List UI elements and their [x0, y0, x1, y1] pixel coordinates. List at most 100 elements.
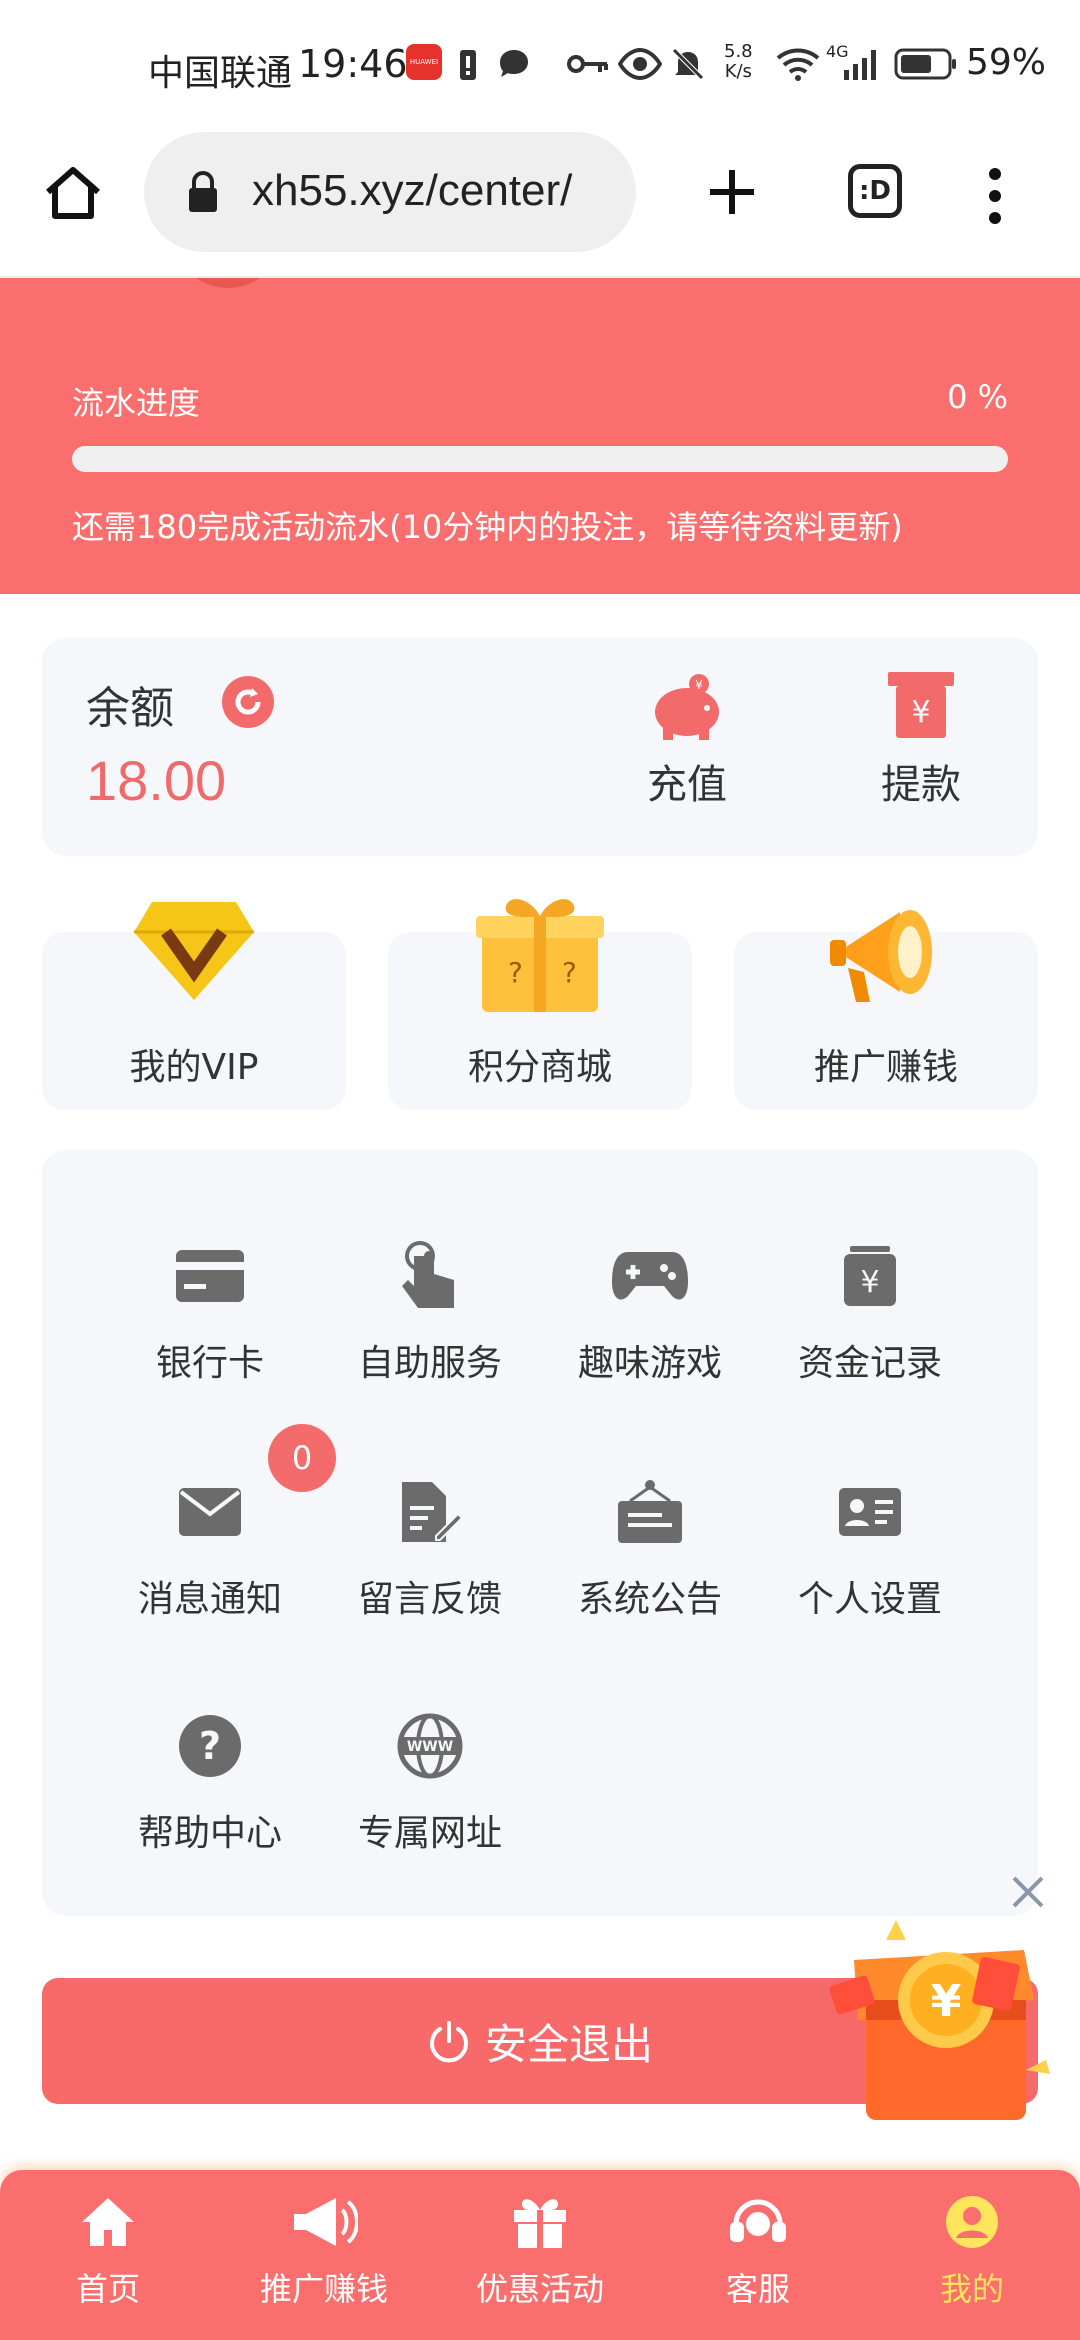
bank-card-label: 银行卡 [155, 1343, 264, 1384]
carrier-name: 中国联通 [148, 53, 293, 94]
gamepad-icon [612, 1252, 688, 1300]
key-icon [567, 55, 608, 73]
svg-text:¥: ¥ [911, 695, 930, 730]
self-service-item[interactable]: 自助服务 [320, 1236, 540, 1386]
headset-icon [730, 2199, 786, 2242]
notice-board-icon [618, 1480, 682, 1543]
turnover-progress-bar [72, 446, 1008, 472]
feedback-edit-icon [402, 1482, 462, 1542]
battery-icon [894, 48, 956, 80]
battery-alert-icon [460, 50, 476, 80]
bank-card-item[interactable]: 银行卡 [100, 1236, 320, 1386]
net-speed-unit: K/s [724, 61, 752, 82]
nav-offers[interactable]: 优惠活动 [440, 2194, 640, 2310]
personal-settings-label: 个人设置 [797, 1579, 942, 1620]
messages-label: 消息通知 [137, 1579, 282, 1620]
nav-mine[interactable]: 我的 [872, 2194, 1072, 2310]
fun-games-item[interactable]: 趣味游戏 [540, 1236, 760, 1386]
self-service-label: 自助服务 [357, 1343, 502, 1384]
my-vip-tile[interactable]: 我的VIP [42, 902, 346, 1110]
tab-switcher-button[interactable]: :D [848, 164, 902, 218]
announcements-label: 系统公告 [577, 1579, 722, 1620]
feedback-item[interactable]: 留言反馈 [320, 1472, 540, 1622]
points-mall-label: 积分商城 [467, 1047, 612, 1088]
nav-customer-service-label: 客服 [725, 2270, 790, 2308]
withdraw-cash-icon: ¥ [888, 672, 954, 738]
promote-earn-tile[interactable]: 推广赚钱 [734, 910, 1038, 1110]
recharge-button[interactable]: ¥ 充值 [622, 670, 752, 810]
avatar[interactable] [168, 278, 288, 288]
svg-text:?: ? [562, 956, 577, 989]
touch-hand-icon [402, 1241, 454, 1308]
wifi-icon [776, 48, 820, 81]
user-profile-icon [946, 2196, 998, 2248]
eye-icon [618, 47, 662, 81]
fun-games-label: 趣味游戏 [577, 1343, 722, 1384]
clock: 19:46 [298, 42, 408, 86]
turnover-label: 流水进度 [72, 384, 201, 422]
mystery-gift-box-icon: ?? [476, 899, 604, 1012]
nav-promote[interactable]: 推广赚钱 [224, 2194, 424, 2310]
bank-card-icon [176, 1250, 244, 1302]
messages-item[interactable]: 消息通知 [100, 1472, 320, 1622]
home-icon [82, 2198, 134, 2246]
power-icon [429, 2021, 468, 2063]
logout-label: 安全退出 [484, 2019, 653, 2069]
more-menu-icon[interactable] [988, 166, 1002, 226]
svg-text:¥: ¥ [860, 1265, 879, 1300]
help-center-label: 帮助中心 [137, 1813, 282, 1854]
turnover-header: 流水进度 0 % 还需180完成活动流水(10分钟内的投注，请等待资料更新) [0, 278, 1080, 594]
promote-earn-label: 推广赚钱 [813, 1047, 958, 1088]
megaphone-icon [830, 910, 932, 1002]
huawei-app-icon: HUAWEI [406, 44, 442, 80]
recharge-label: 充值 [647, 762, 727, 808]
chat-bubble-icon [500, 50, 528, 77]
personal-settings-item[interactable]: 个人设置 [760, 1472, 980, 1622]
help-center-item[interactable]: ? 帮助中心 [100, 1706, 320, 1856]
balance-card: 余额 18.00 ¥ 充值 ¥ 提款 [42, 638, 1038, 856]
turnover-percent: 0 % [947, 378, 1008, 416]
home-icon[interactable] [42, 162, 104, 224]
envelope-icon [179, 1488, 241, 1536]
fund-records-label: 资金记录 [797, 1343, 942, 1384]
exclusive-url-label: 专属网址 [357, 1813, 502, 1854]
battery-percent: 59% [966, 42, 1047, 83]
nav-promote-label: 推广赚钱 [259, 2270, 388, 2308]
refresh-icon[interactable] [222, 676, 274, 728]
piggy-bank-icon: ¥ [655, 674, 719, 740]
gift-icon [514, 2199, 566, 2248]
nav-home-label: 首页 [75, 2270, 140, 2308]
help-question-icon: ? [179, 1715, 241, 1777]
mute-bell-icon [672, 48, 704, 80]
signal-icon [844, 50, 876, 80]
lock-icon [189, 171, 217, 212]
net-speed-value: 5.8 [724, 41, 753, 62]
balance-value: 18.00 [86, 749, 227, 812]
my-vip-label: 我的VIP [129, 1047, 259, 1088]
announcements-item[interactable]: 系统公告 [540, 1472, 760, 1622]
bottom-nav: 首页 推广赚钱 优惠活动 客服 我的 [0, 2170, 1080, 2340]
svg-text:?: ? [508, 956, 523, 989]
id-card-icon [839, 1488, 901, 1536]
address-bar[interactable]: xh55.xyz/center/ [144, 132, 636, 252]
globe-www-icon: WWW [397, 1713, 463, 1779]
url-text: xh55.xyz/center/ [252, 166, 573, 215]
browser-toolbar: xh55.xyz/center/ :D [0, 130, 1080, 278]
svg-text:?: ? [199, 1724, 221, 1768]
withdraw-button[interactable]: ¥ 提款 [856, 670, 986, 810]
nav-customer-service[interactable]: 客服 [658, 2194, 858, 2310]
fund-records-item[interactable]: ¥ 资金记录 [760, 1236, 980, 1386]
points-mall-tile[interactable]: ?? 积分商城 [388, 899, 692, 1110]
nav-home[interactable]: 首页 [8, 2194, 208, 2310]
exclusive-url-item[interactable]: WWW 专属网址 [320, 1706, 540, 1856]
balance-label: 余额 [86, 683, 174, 734]
svg-text:¥: ¥ [695, 678, 703, 692]
new-tab-icon[interactable] [706, 166, 758, 218]
nav-offers-label: 优惠活动 [475, 2270, 604, 2308]
feedback-label: 留言反馈 [357, 1579, 502, 1620]
vip-diamond-icon [134, 902, 254, 1000]
megaphone-icon [294, 2198, 359, 2246]
svg-text:WWW: WWW [407, 1739, 453, 1755]
nav-mine-label: 我的 [939, 2270, 1004, 2308]
floating-gift-promo[interactable]: ¥ [826, 1900, 1062, 2128]
